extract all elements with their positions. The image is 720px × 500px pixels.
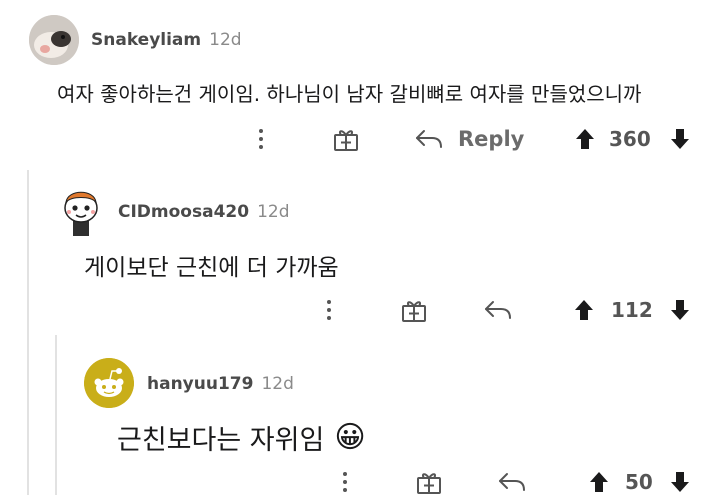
downvote-arrow-icon (671, 129, 689, 149)
avatar[interactable] (84, 358, 134, 408)
comment-age: 12d (257, 202, 290, 222)
reply-arrow-icon (499, 473, 525, 491)
award-button[interactable] (332, 125, 360, 153)
comment-meta: hanyuu179 12d (147, 374, 294, 394)
downvote-button[interactable] (669, 299, 691, 321)
vote-score: 360 (609, 127, 651, 151)
upvote-arrow-icon (575, 300, 593, 320)
action-bar: 112 (0, 292, 720, 328)
upvote-arrow-icon (576, 129, 594, 149)
downvote-arrow-icon (671, 472, 689, 492)
comment-body: 게이보단 근친에 더 가까움 (84, 255, 339, 281)
award-button[interactable] (400, 296, 428, 324)
default-snoo-avatar-icon (84, 358, 134, 408)
gift-icon (334, 130, 358, 151)
more-options-button[interactable] (258, 125, 264, 153)
gift-icon (402, 301, 426, 322)
downvote-arrow-icon (671, 300, 689, 320)
comment-meta: Snakeyliam 12d (91, 30, 242, 50)
grinning-face-emoji: 😀 (334, 420, 366, 455)
more-options-button[interactable] (326, 296, 332, 324)
vote-score: 50 (625, 470, 653, 494)
reply-label: Reply (458, 127, 525, 151)
avatar[interactable] (29, 15, 79, 65)
comment-age: 12d (209, 30, 242, 50)
vote-score: 112 (611, 298, 653, 322)
thread-line-level-1 (27, 170, 29, 495)
upvote-button[interactable] (573, 299, 595, 321)
username[interactable]: hanyuu179 (147, 374, 253, 394)
gift-icon (417, 473, 441, 494)
snoo-avatar-icon (64, 191, 98, 236)
username[interactable]: Snakeyliam (91, 30, 201, 50)
avatar-photo-icon (29, 15, 79, 65)
reply-arrow-icon (416, 130, 442, 148)
upvote-button[interactable] (588, 471, 610, 493)
username[interactable]: CIDmoosa420 (118, 202, 249, 222)
more-options-button[interactable] (342, 468, 348, 496)
comment-meta: CIDmoosa420 12d (118, 202, 290, 222)
action-bar: Reply 360 (0, 121, 720, 157)
downvote-button[interactable] (669, 471, 691, 493)
upvote-arrow-icon (590, 472, 608, 492)
reply-button[interactable]: Reply (414, 121, 524, 157)
comment-text: 근친보다는 자위임 (117, 425, 325, 456)
comment-age: 12d (261, 374, 294, 394)
upvote-button[interactable] (574, 128, 596, 150)
avatar[interactable] (58, 186, 104, 236)
reply-arrow-icon (485, 301, 511, 319)
comment-body: 여자 좋아하는건 게이임. 하나님이 남자 갈비뼈로 여자를 만들었으니까 (57, 82, 642, 106)
award-button[interactable] (415, 468, 443, 496)
reply-button[interactable] (483, 292, 513, 328)
downvote-button[interactable] (669, 128, 691, 150)
comment-body: 근친보다는 자위임 😀 (117, 418, 366, 457)
